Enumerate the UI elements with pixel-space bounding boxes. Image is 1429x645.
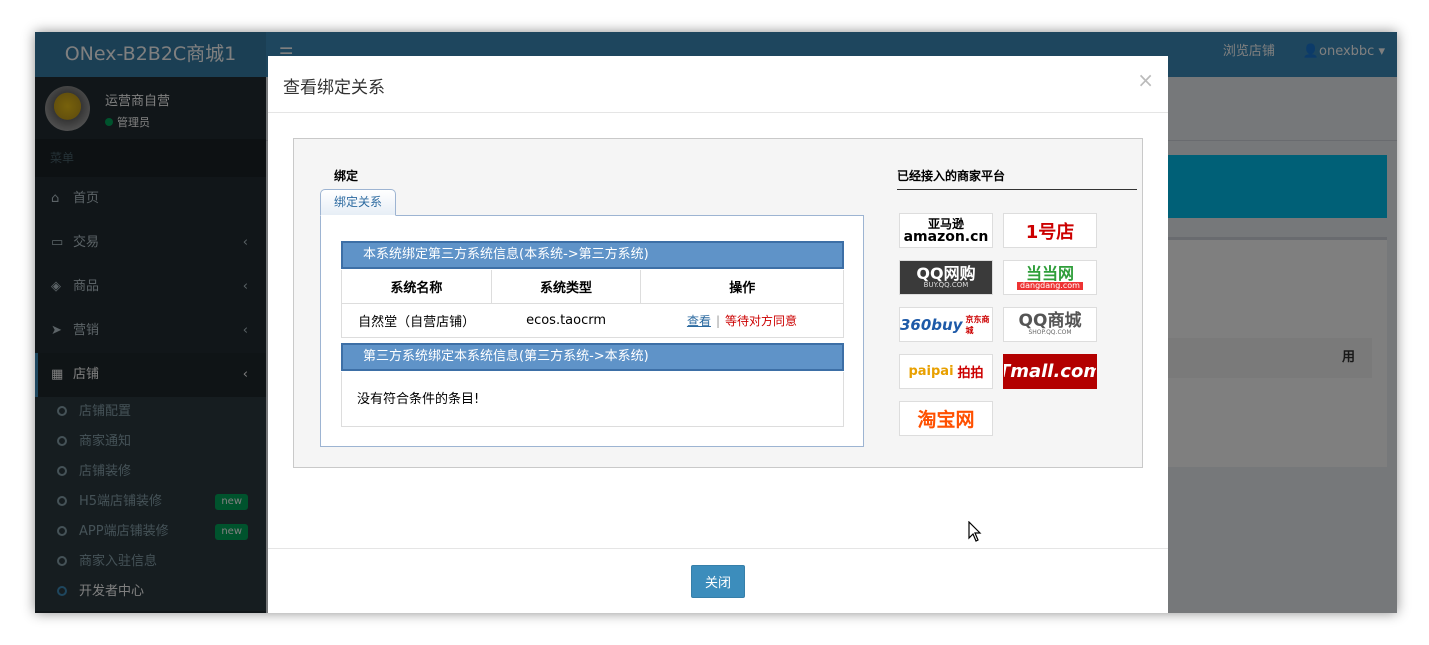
platforms-title: 已经接入的商家平台 [897, 167, 1137, 190]
pending-status: 等待对方同意 [725, 313, 798, 328]
tab-content: 本系统绑定第三方系统信息(本系统->第三方系统) 系统名称 系统类型 操作 自然… [320, 215, 864, 447]
paipai-text: paipai [908, 364, 954, 379]
paipai-logo: paipai 拍拍 [899, 354, 993, 389]
tmall-logo: Tmall.com [1003, 354, 1097, 389]
table-row: 自然堂（自营店铺） ecos.taocrm 查看 | 等待对方同意 [341, 303, 844, 338]
qq-mall-text: QQ商城 [1018, 311, 1082, 331]
dangdang-logo: 当当网 dangdang.com [1003, 260, 1097, 295]
modal-header: 查看绑定关系 × [268, 56, 1168, 113]
amazon-text: amazon.cn [903, 228, 989, 245]
modal-body: 绑定 绑定关系 本系统绑定第三方系统信息(本系统->第三方系统) 系统名称 系统… [268, 113, 1168, 549]
qq-buy-url: BUY.QQ.COM [923, 281, 969, 289]
column-header: 操作 [640, 270, 844, 304]
system-name-cell: 自然堂（自营店铺） [341, 303, 492, 338]
bind-section-title: 绑定 [334, 169, 359, 183]
amazon-cn-text: 亚马逊 [927, 216, 964, 231]
app-window: ONex-B2B2C商城1 ☰ 浏览店铺 👤 onexbbc ▾ 运营商自营 管… [35, 32, 1397, 613]
360buy-text: 360buy [900, 315, 963, 334]
dangdang-text: 当当网 [1025, 263, 1074, 283]
modal-footer: 关闭 [268, 548, 1168, 613]
system-type-cell: ecos.taocrm [491, 303, 641, 338]
qq-mall-url: SHOP.QQ.COM [1028, 329, 1072, 336]
dangdang-url: dangdang.com [1017, 281, 1083, 290]
close-icon[interactable]: × [1137, 68, 1154, 92]
close-button[interactable]: 关闭 [691, 565, 745, 598]
qq-buy-logo: QQ网购 BUY.QQ.COM [899, 260, 993, 295]
section-local-to-third: 本系统绑定第三方系统信息(本系统->第三方系统) [341, 241, 844, 269]
bind-relation-modal: 查看绑定关系 × 绑定 绑定关系 本系统绑定第三方系统信息(本系统->第三方系统… [268, 56, 1168, 613]
qq-mall-logo: QQ商城 SHOP.QQ.COM [1003, 307, 1097, 342]
amazon-logo: 亚马逊 amazon.cn [899, 213, 993, 248]
360buy-logo: 360buy 京东商城 [899, 307, 993, 342]
view-link[interactable]: 查看 [687, 314, 711, 328]
modal-title: 查看绑定关系 [283, 78, 385, 98]
qq-buy-text: QQ网购 [916, 264, 976, 283]
section-third-to-local: 第三方系统绑定本系统信息(第三方系统->本系统) [341, 343, 844, 371]
mouse-cursor-icon [968, 520, 982, 547]
paipai-cn-text: 拍拍 [957, 366, 984, 381]
column-header: 系统类型 [490, 270, 641, 304]
tab-bind-relation[interactable]: 绑定关系 [320, 189, 397, 216]
column-header: 系统名称 [341, 270, 492, 304]
jd-text: 京东商城 [965, 314, 990, 335]
action-separator: | [715, 313, 720, 328]
yhd-logo: 1号店 [1003, 213, 1097, 248]
empty-message: 没有符合条件的条目! [341, 372, 844, 427]
bind-panel: 绑定 绑定关系 本系统绑定第三方系统信息(本系统->第三方系统) 系统名称 系统… [293, 138, 1143, 468]
bind-table: 系统名称 系统类型 操作 自然堂（自营店铺） ecos.taocrm 查看 | 等待… [341, 270, 844, 338]
taobao-logo: 淘宝网 [899, 401, 993, 436]
action-cell: 查看 | 等待对方同意 [640, 303, 844, 338]
